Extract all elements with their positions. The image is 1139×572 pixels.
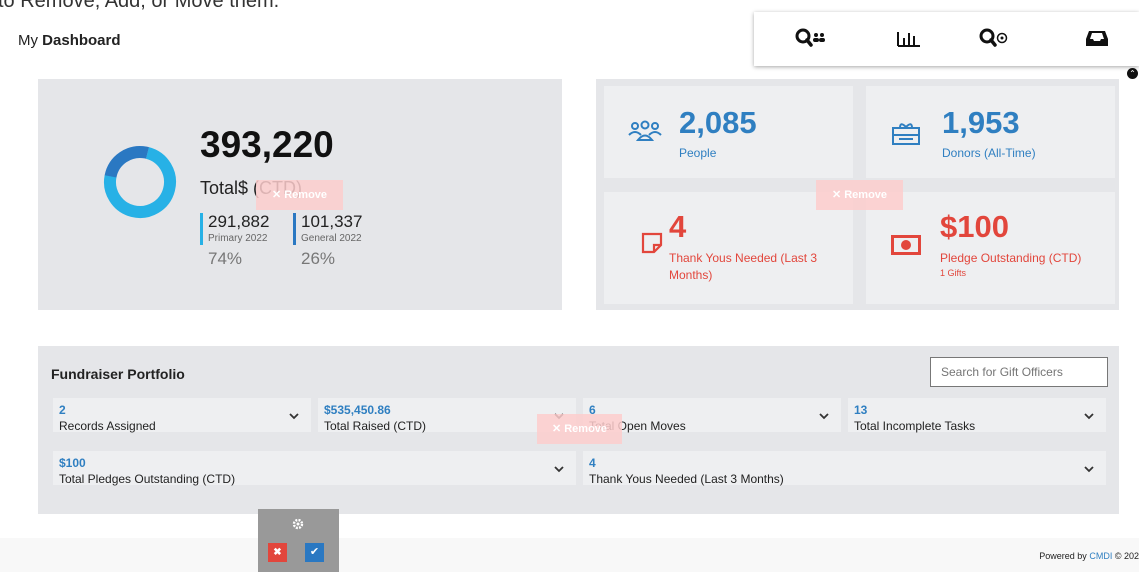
general-pct: 26% xyxy=(301,249,336,268)
pledges-label: Pledge Outstanding (CTD) xyxy=(940,251,1082,265)
card-value: $535,450.86 xyxy=(324,403,391,417)
card-label: Total Incomplete Tasks xyxy=(854,419,976,433)
primary-value: 291,882 xyxy=(208,212,270,231)
general-label: General 2022 xyxy=(301,233,362,244)
card-value: 2 xyxy=(59,403,66,417)
note-icon xyxy=(641,232,663,254)
chevron-down-icon[interactable] xyxy=(1084,464,1094,474)
remove-button[interactable]: ✕ Remove xyxy=(816,180,903,210)
card-value: 13 xyxy=(854,403,868,417)
portfolio-card[interactable]: 13 Total Incomplete Tasks xyxy=(848,398,1106,433)
general-value: 101,337 xyxy=(301,212,363,231)
fundraiser-title: Fundraiser Portfolio xyxy=(51,366,185,382)
cancel-button[interactable]: ✖ xyxy=(268,543,287,562)
primary-label: Primary 2022 xyxy=(208,233,268,244)
page-title: My Dashboard xyxy=(18,32,121,49)
portfolio-card[interactable]: 2 Records Assigned xyxy=(53,398,311,433)
thank-yous-label: Thank Yous Needed (Last 3 Months) xyxy=(669,251,818,282)
primary-bar xyxy=(200,213,203,245)
people-search-icon[interactable] xyxy=(794,22,826,54)
quick-toolbar xyxy=(754,12,1139,66)
powered-by: Powered by CMDI © 202 xyxy=(1039,551,1139,561)
cmdi-link[interactable]: CMDI xyxy=(1089,551,1112,561)
donut-chart xyxy=(104,146,176,218)
confirm-button[interactable]: ✔ xyxy=(305,543,324,562)
pledges-value: $100 xyxy=(940,209,1009,244)
total-value: 393,220 xyxy=(200,124,334,165)
card-label: Records Assigned xyxy=(59,419,156,433)
gift-officer-search-input[interactable] xyxy=(930,357,1108,387)
edit-controls xyxy=(258,509,339,572)
gear-icon[interactable] xyxy=(292,518,304,530)
card-label: Thank Yous Needed (Last 3 Months) xyxy=(589,472,784,486)
footer xyxy=(0,538,1139,572)
primary-pct: 74% xyxy=(208,249,243,268)
gift-icon xyxy=(892,123,920,145)
pledges-sub: 1 Gifts xyxy=(940,268,967,278)
card-label: Total Raised (CTD) xyxy=(324,419,427,433)
thank-yous-value: 4 xyxy=(669,209,687,244)
portfolio-card[interactable]: 4 Thank Yous Needed (Last 3 Months) xyxy=(583,451,1106,486)
people-value: 2,085 xyxy=(679,105,757,140)
instructions-text: to Remove, Add, or Move them. xyxy=(0,0,280,12)
remove-button[interactable]: ✕ Remove xyxy=(256,180,343,210)
people-icon xyxy=(628,120,662,141)
chevron-down-icon[interactable] xyxy=(1084,411,1094,421)
people-label: People xyxy=(679,146,717,160)
collapse-icon[interactable]: ⌃ xyxy=(1127,68,1138,79)
inbox-icon[interactable] xyxy=(1081,22,1113,54)
card-value: 4 xyxy=(589,456,596,470)
money-icon xyxy=(891,235,921,255)
donors-value: 1,953 xyxy=(942,105,1020,140)
chevron-down-icon[interactable] xyxy=(819,411,829,421)
chevron-down-icon[interactable] xyxy=(289,411,299,421)
portfolio-card[interactable]: $100 Total Pledges Outstanding (CTD) xyxy=(53,451,576,486)
general-bar xyxy=(293,213,296,245)
card-label: Total Pledges Outstanding (CTD) xyxy=(59,472,236,486)
record-search-icon[interactable] xyxy=(978,22,1010,54)
remove-button[interactable]: ✕ Remove xyxy=(537,414,622,444)
chevron-down-icon[interactable] xyxy=(554,464,564,474)
donors-label: Donors (All-Time) xyxy=(942,146,1036,160)
card-value: $100 xyxy=(59,456,86,470)
bar-chart-icon[interactable] xyxy=(893,22,925,54)
